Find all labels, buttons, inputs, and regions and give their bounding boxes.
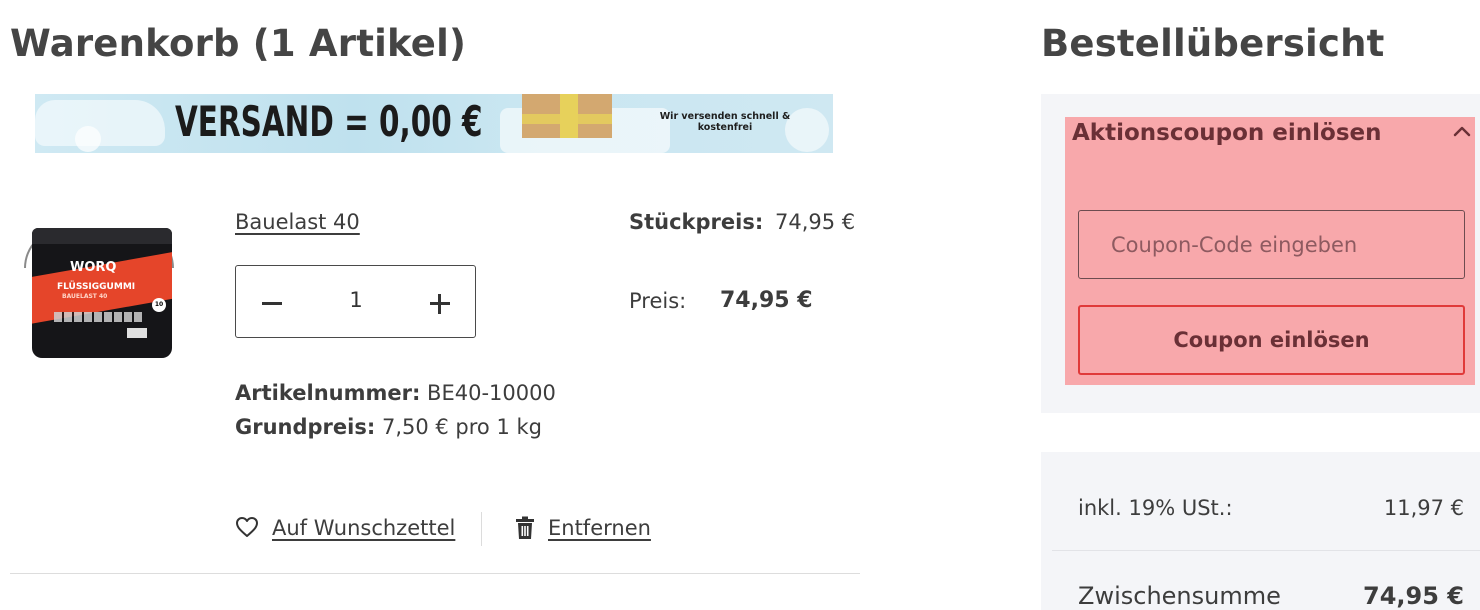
- bucket-variant-label: BAUELAST 40: [62, 293, 108, 300]
- cart-title: Warenkorb (1 Artikel): [10, 22, 467, 65]
- base-price-label: Grundpreis:: [235, 415, 376, 439]
- remove-link[interactable]: Entfernen: [548, 516, 651, 540]
- plus-icon[interactable]: [426, 289, 454, 317]
- bucket-barcode: [127, 328, 147, 338]
- subtotal-value: 74,95 €: [1363, 582, 1464, 610]
- bucket-icon-strip: [54, 312, 144, 322]
- base-price-value: 7,50 € pro 1 kg: [381, 415, 542, 439]
- order-summary-title: Bestellübersicht: [1041, 22, 1385, 65]
- article-number-value: BE40-10000: [427, 381, 556, 405]
- bucket-rim: [32, 228, 172, 244]
- price-value: 74,95 €: [720, 288, 813, 313]
- tax-label: inkl. 19% USt.:: [1078, 496, 1233, 520]
- base-price: Grundpreis: 7,50 € pro 1 kg: [235, 415, 542, 439]
- quantity-stepper: 1: [235, 265, 476, 338]
- subtotal-label: Zwischensumme: [1078, 582, 1281, 610]
- tax-value: 11,97 €: [1383, 496, 1464, 520]
- totals-divider: [1052, 550, 1480, 551]
- banner-wheel-graphic: [75, 126, 101, 152]
- bucket-body: WORQ FLÜSSIGGUMMI BAUELAST 40 10: [32, 228, 172, 358]
- article-number-label: Artikelnummer:: [235, 381, 421, 405]
- banner-package-tape: [560, 94, 578, 138]
- article-number: Artikelnummer: BE40-10000: [235, 381, 556, 405]
- bucket-brand-label: WORQ: [70, 260, 117, 275]
- quantity-value[interactable]: 1: [336, 288, 376, 312]
- product-image[interactable]: WORQ FLÜSSIGGUMMI BAUELAST 40 10: [24, 222, 174, 362]
- price-label: Preis:: [629, 289, 687, 313]
- bucket-size-badge: 10: [152, 298, 166, 312]
- heart-icon[interactable]: [235, 516, 259, 538]
- unit-price-label: Stückpreis:: [629, 210, 764, 234]
- action-separator: [481, 512, 482, 546]
- chevron-up-icon[interactable]: [1453, 124, 1471, 138]
- banner-subtext: Wir versenden schnell & kostenfrei: [659, 111, 791, 133]
- trash-icon[interactable]: [514, 516, 536, 540]
- wishlist-link[interactable]: Auf Wunschzettel: [272, 516, 455, 540]
- item-divider: [10, 573, 860, 574]
- coupon-section-title[interactable]: Aktionscoupon einlösen: [1072, 120, 1382, 146]
- bucket-product-label: FLÜSSIGGUMMI: [57, 282, 136, 292]
- coupon-code-input[interactable]: [1078, 210, 1465, 279]
- free-shipping-banner[interactable]: VERSAND = 0,00 € Wir versenden schnell &…: [35, 94, 833, 153]
- minus-icon[interactable]: [258, 289, 286, 317]
- redeem-coupon-button[interactable]: Coupon einlösen: [1078, 305, 1465, 375]
- product-name-link[interactable]: Bauelast 40: [235, 210, 360, 234]
- banner-headline: VERSAND = 0,00 €: [175, 97, 483, 146]
- unit-price-value: 74,95 €: [775, 210, 856, 234]
